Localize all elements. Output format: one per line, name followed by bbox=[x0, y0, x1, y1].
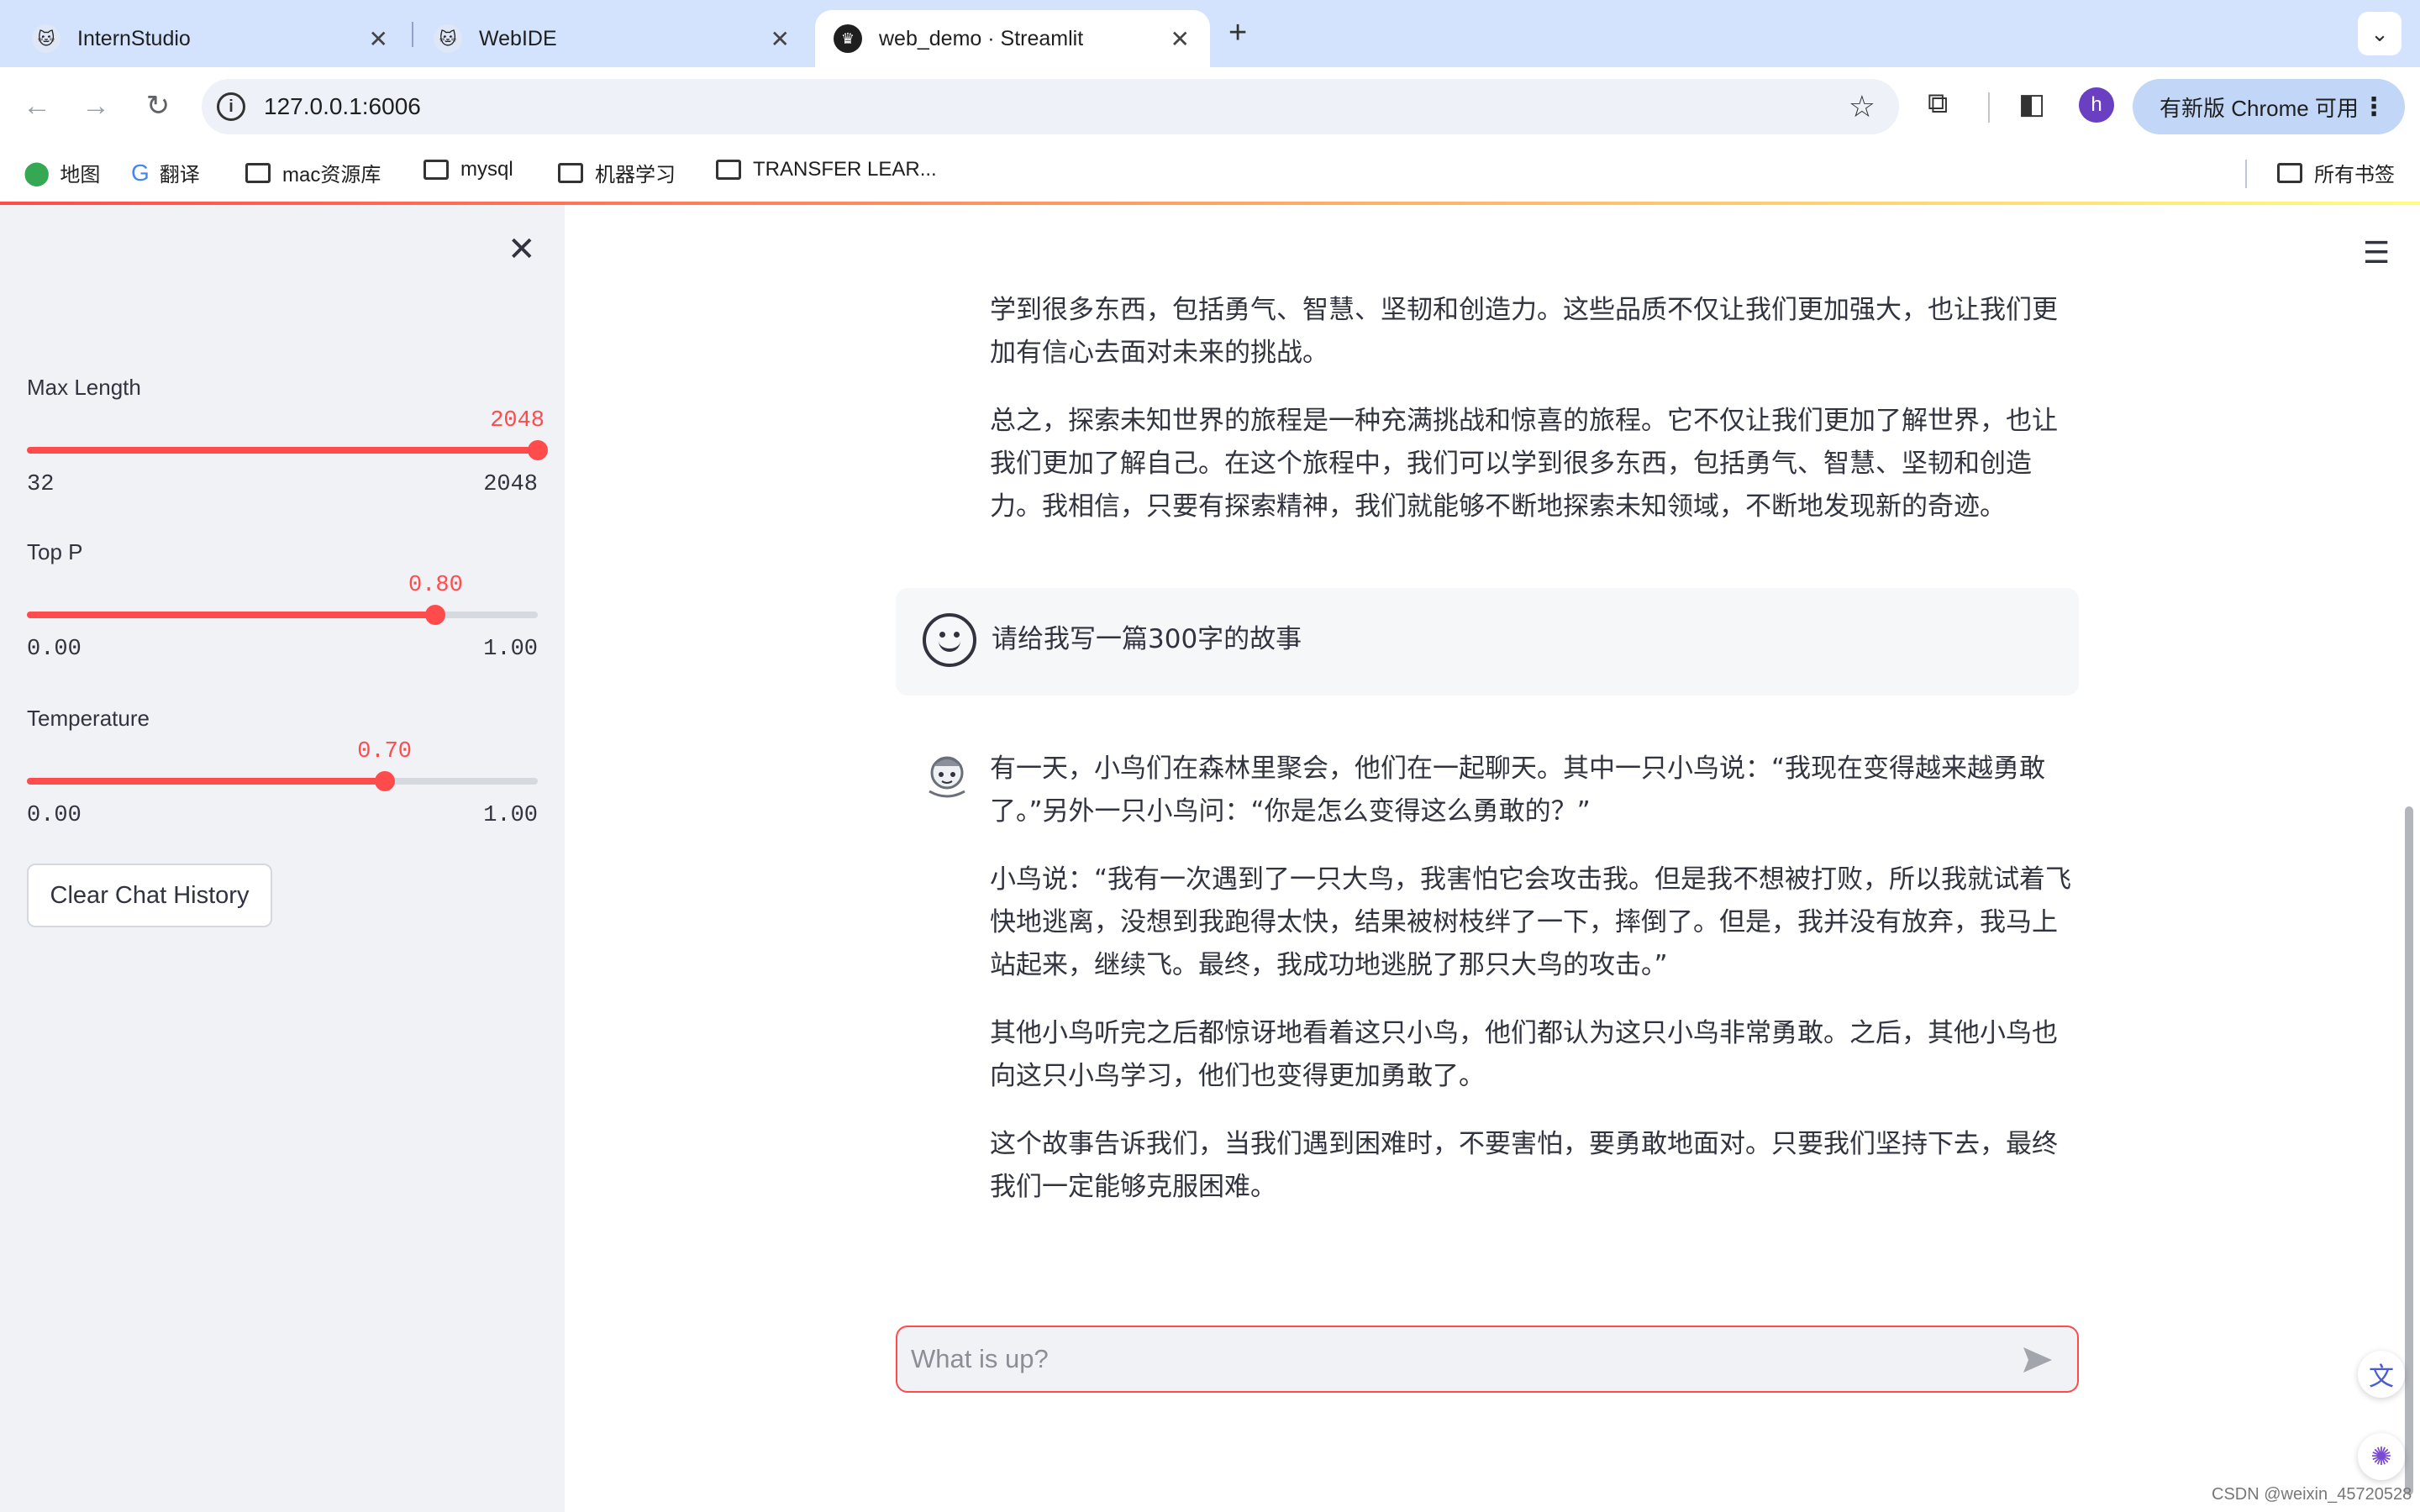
chat-input[interactable] bbox=[911, 1336, 2003, 1383]
translate-icon: G bbox=[131, 159, 150, 186]
slider-value-temperature: 0.70 bbox=[357, 739, 412, 764]
url-text: 127.0.0.1:6006 bbox=[264, 93, 421, 119]
tab-internstudio[interactable]: 🐱 InternStudio ✕ bbox=[13, 10, 408, 67]
tab-web-demo-active[interactable]: ♛ web_demo · Streamlit ✕ bbox=[815, 10, 1210, 67]
watermark: CSDN @weixin_45720528 bbox=[2212, 1485, 2412, 1504]
chat-input-box bbox=[896, 1326, 2079, 1393]
assistant-robot-avatar-icon bbox=[929, 756, 965, 798]
ai-brain-extension-icon[interactable]: ✺ bbox=[2358, 1433, 2405, 1480]
clear-chat-history-button[interactable]: Clear Chat History bbox=[27, 864, 272, 927]
browser-toolbar: ← → ↻ i 127.0.0.1:6006 ☆ ⧉ ◧ h 有新版 Chrom… bbox=[0, 67, 2420, 144]
folder-icon bbox=[716, 160, 741, 180]
send-arrow-icon[interactable] bbox=[2020, 1342, 2055, 1378]
slider-max-label: 1.00 bbox=[483, 803, 538, 828]
bookmark-maps[interactable]: ⬤ 地图 bbox=[24, 158, 100, 187]
slider-max-label: 2048 bbox=[483, 472, 538, 497]
tab-title: InternStudio bbox=[77, 26, 191, 50]
bookmark-label: mac资源库 bbox=[282, 164, 381, 186]
slider-fill bbox=[27, 447, 538, 454]
tab-separator bbox=[412, 22, 413, 47]
tab-close-icon[interactable]: ✕ bbox=[771, 25, 790, 53]
slider-thumb[interactable] bbox=[374, 771, 395, 791]
tab-webide[interactable]: 🐱 WebIDE ✕ bbox=[415, 10, 810, 67]
bookmark-folder-transfer[interactable]: TRANSFER LEAR... bbox=[716, 158, 937, 181]
forward-arrow-icon[interactable]: → bbox=[76, 86, 116, 126]
slider-min-label: 0.00 bbox=[27, 803, 82, 828]
tab-title: WebIDE bbox=[479, 26, 557, 50]
slider-label-top-p: Top P bbox=[27, 539, 83, 564]
translate-extension-icon[interactable]: 文 bbox=[2358, 1351, 2405, 1398]
bookmark-label: TRANSFER LEAR... bbox=[753, 158, 937, 181]
sidebar: ✕ Max Length 2048 32 2048 Top P 0.80 0.0… bbox=[0, 205, 565, 1512]
slider-value-top-p: 0.80 bbox=[408, 573, 463, 598]
user-message: 请给我写一篇300字的故事 bbox=[896, 588, 2079, 696]
slider-top-p[interactable] bbox=[27, 605, 538, 625]
side-panel-icon[interactable]: ◧ bbox=[2018, 87, 2045, 121]
tab-search-chevron-icon[interactable]: ⌄ bbox=[2358, 12, 2402, 55]
slider-label-temperature: Temperature bbox=[27, 706, 150, 731]
bookmarks-divider bbox=[2245, 160, 2247, 188]
main-content: ☰ 学到很多东西，包括勇气、智慧、坚韧和创造力。这些品质不仅让我们更加强大，也让… bbox=[565, 205, 2420, 1512]
new-tab-plus-icon[interactable]: + bbox=[1228, 15, 1247, 51]
bookmark-translate[interactable]: G 翻译 bbox=[131, 158, 200, 187]
chrome-update-button[interactable]: 有新版 Chrome 可用 ⋮ bbox=[2133, 79, 2405, 134]
message-paragraph: 总之，探索未知世界的旅程是一种充满挑战和惊喜的旅程。它不仅让我们更加了解世界，也… bbox=[990, 406, 2058, 522]
message-paragraph: 有一天，小鸟们在森林里聚会，他们在一起聊天。其中一只小鸟说：“我现在变得越来越勇… bbox=[990, 753, 2046, 827]
back-arrow-icon[interactable]: ← bbox=[17, 86, 57, 126]
streamlit-crown-favicon-icon: ♛ bbox=[834, 24, 862, 53]
message-paragraph: 其他小鸟听完之后都惊讶地看着这只小鸟，他们都认为这只小鸟非常勇敢。之后，其他小鸟… bbox=[990, 1018, 2058, 1091]
bookmark-all-folder[interactable]: 所有书签 bbox=[2277, 158, 2395, 187]
tab-title: web_demo · Streamlit bbox=[879, 26, 1084, 50]
assistant-message: 有一天，小鸟们在森林里聚会，他们在一起聊天。其中一只小鸟说：“我现在变得越来越勇… bbox=[990, 748, 2079, 1234]
webide-favicon-icon: 🐱 bbox=[434, 24, 462, 53]
site-info-icon[interactable]: i bbox=[217, 92, 245, 121]
profile-avatar[interactable]: h bbox=[2079, 87, 2114, 123]
bookmark-label: 所有书签 bbox=[2314, 164, 2395, 186]
browser-tab-bar: 🐱 InternStudio ✕ 🐱 WebIDE ✕ ♛ web_demo ·… bbox=[0, 0, 2420, 67]
map-pin-icon: ⬤ bbox=[24, 160, 50, 186]
message-paragraph: 学到很多东西，包括勇气、智慧、坚韧和创造力。这些品质不仅让我们更加强大，也让我们… bbox=[990, 295, 2058, 368]
folder-icon bbox=[558, 162, 583, 183]
slider-fill bbox=[27, 612, 436, 618]
folder-icon bbox=[245, 162, 271, 183]
slider-label-max-length: Max Length bbox=[27, 375, 141, 400]
bookmark-folder-mac[interactable]: mac资源库 bbox=[245, 158, 381, 187]
address-bar[interactable]: i 127.0.0.1:6006 ☆ bbox=[202, 79, 1899, 134]
message-paragraph: 小鸟说：“我有一次遇到了一只大鸟，我害怕它会攻击我。但是我不想被打败，所以我就试… bbox=[990, 864, 2072, 980]
bookmark-label: 机器学习 bbox=[595, 164, 676, 186]
bookmark-folder-mysql[interactable]: mysql bbox=[424, 158, 513, 181]
hamburger-menu-icon[interactable]: ☰ bbox=[2363, 235, 2390, 270]
slider-thumb[interactable] bbox=[528, 440, 548, 460]
bookmark-label: 翻译 bbox=[159, 164, 200, 186]
extensions-puzzle-icon[interactable]: ⧉ bbox=[1928, 87, 1948, 120]
slider-max-label: 1.00 bbox=[483, 637, 538, 662]
slider-fill bbox=[27, 778, 385, 785]
tab-close-icon[interactable]: ✕ bbox=[1171, 25, 1190, 53]
bookmark-label: mysql bbox=[460, 158, 513, 181]
slider-max-length[interactable] bbox=[27, 440, 548, 460]
sidebar-close-icon[interactable]: ✕ bbox=[508, 230, 536, 269]
folder-icon bbox=[2277, 162, 2302, 183]
main-scrollbar[interactable] bbox=[2405, 806, 2413, 1495]
slider-min-label: 32 bbox=[27, 472, 55, 497]
user-message-text: 请给我写一篇300字的故事 bbox=[992, 624, 1302, 654]
user-smiley-avatar-icon bbox=[923, 613, 976, 667]
internstudio-favicon-icon: 🐱 bbox=[32, 24, 60, 53]
update-label: 有新版 Chrome 可用 bbox=[2160, 95, 2359, 121]
toolbar-divider bbox=[1988, 92, 1990, 123]
slider-min-label: 0.00 bbox=[27, 637, 82, 662]
more-menu-icon[interactable]: ⋮ bbox=[2361, 92, 2386, 122]
bookmark-star-icon[interactable]: ☆ bbox=[1849, 89, 1876, 124]
bookmarks-bar: ⬤ 地图 G 翻译 mac资源库 mysql 机器学习 TRANSFER LEA… bbox=[0, 144, 2420, 202]
folder-icon bbox=[424, 160, 449, 180]
slider-thumb[interactable] bbox=[425, 605, 446, 625]
previous-assistant-message: 学到很多东西，包括勇气、智慧、坚韧和创造力。这些品质不仅让我们更加强大，也让我们… bbox=[990, 289, 2079, 554]
bookmark-label: 地图 bbox=[60, 164, 101, 186]
message-paragraph: 这个故事告诉我们，当我们遇到困难时，不要害怕，要勇敢地面对。只要我们坚持下去，最… bbox=[990, 1129, 2058, 1202]
slider-temperature[interactable] bbox=[27, 771, 538, 791]
bookmark-folder-ml[interactable]: 机器学习 bbox=[558, 158, 676, 187]
slider-value-max-length: 2048 bbox=[490, 408, 544, 433]
reload-icon[interactable]: ↻ bbox=[138, 86, 178, 126]
tab-close-icon[interactable]: ✕ bbox=[369, 25, 388, 53]
